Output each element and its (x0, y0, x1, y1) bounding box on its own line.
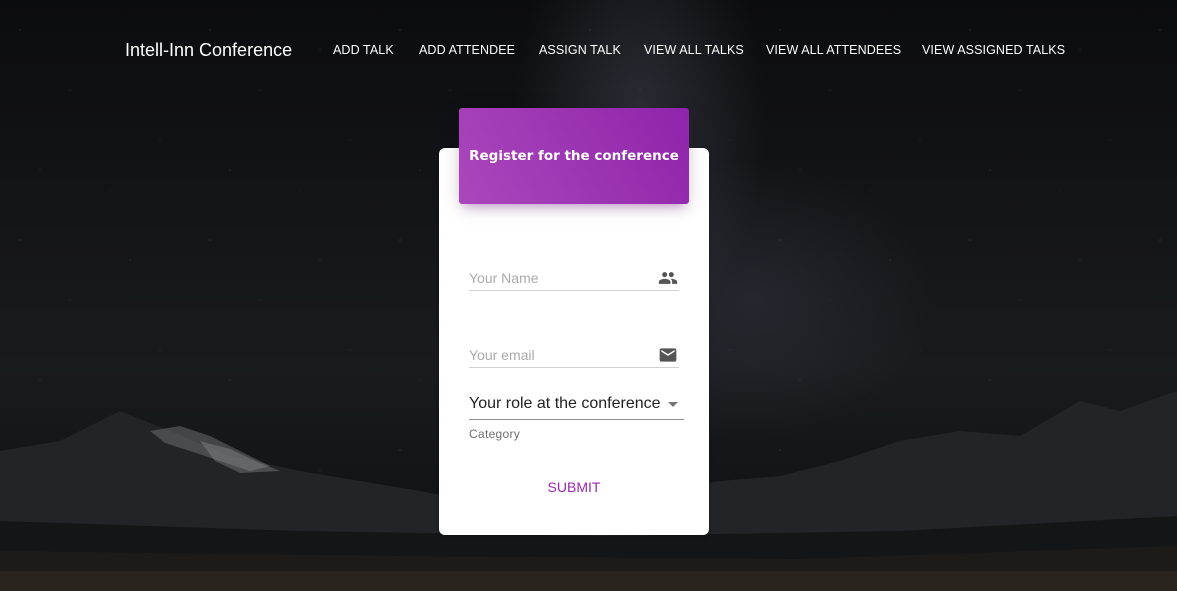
card-title: Register for the conference (469, 148, 679, 164)
email-field (469, 343, 679, 368)
role-helper-text: Category (469, 427, 521, 441)
name-input[interactable] (469, 266, 649, 290)
role-select-value: Your role at the conference (469, 395, 661, 412)
nav-view-all-talks[interactable]: VIEW ALL TALKS (644, 43, 744, 57)
card-header: Register for the conference (459, 108, 689, 204)
nav-add-attendee[interactable]: ADD ATTENDEE (419, 43, 515, 57)
nav-assign-talk[interactable]: ASSIGN TALK (539, 43, 621, 57)
brand-link[interactable]: Intell-Inn Conference (125, 40, 292, 61)
people-icon (658, 272, 678, 284)
nav-add-talk[interactable]: ADD TALK (333, 43, 394, 57)
role-select[interactable]: Your role at the conference (469, 391, 684, 420)
top-navbar: Intell-Inn Conference ADD TALK ADD ATTEN… (0, 0, 1177, 100)
email-input[interactable] (469, 343, 649, 367)
email-icon (659, 348, 677, 362)
nav-view-assigned-talks[interactable]: VIEW ASSIGNED TALKS (922, 43, 1065, 57)
name-field (469, 266, 679, 291)
submit-button[interactable]: SUBMIT (524, 472, 624, 502)
nav-view-all-attendees[interactable]: VIEW ALL ATTENDEES (766, 43, 901, 57)
chevron-down-icon (668, 402, 678, 407)
